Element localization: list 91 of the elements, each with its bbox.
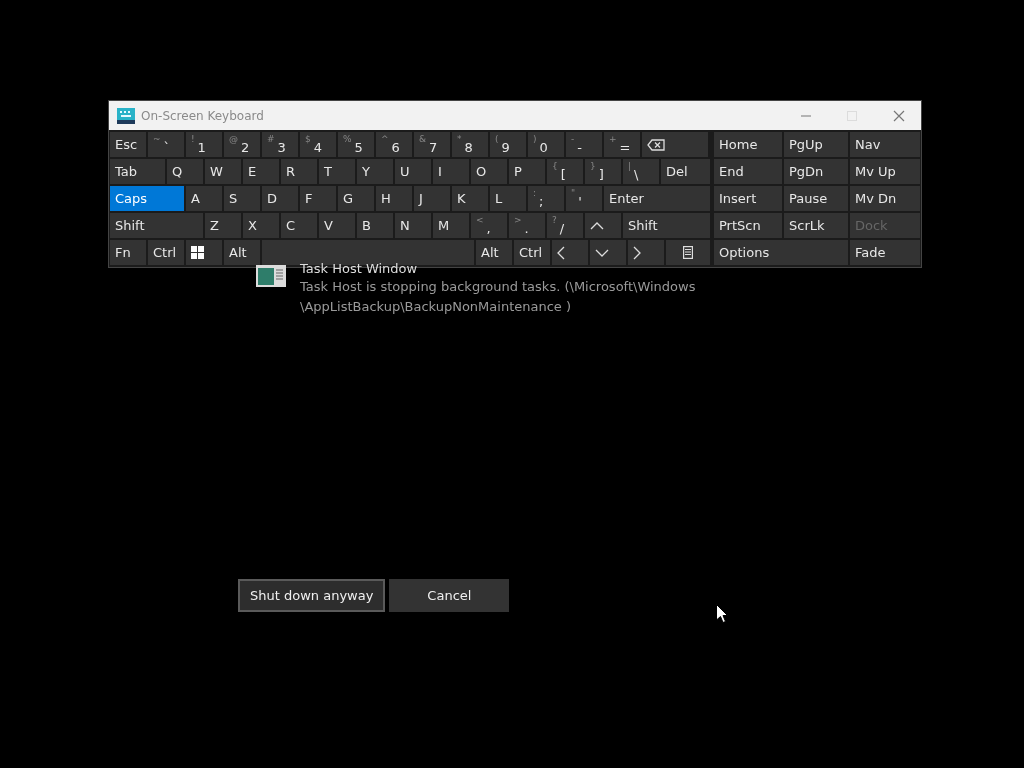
key[interactable]: X — [243, 213, 279, 238]
key[interactable]: Tab — [110, 159, 165, 184]
key[interactable]: Pause — [784, 186, 848, 211]
menu-key-icon — [683, 246, 693, 259]
key[interactable]: F — [300, 186, 336, 211]
key[interactable]: PgUp — [784, 132, 848, 157]
key[interactable]: Shift — [623, 213, 710, 238]
key[interactable]: ~ ` — [148, 132, 184, 157]
window-icon — [256, 265, 286, 287]
key[interactable]: Nav — [850, 132, 920, 157]
key[interactable]: G — [338, 186, 374, 211]
key[interactable]: Enter — [604, 186, 710, 211]
key[interactable]: Shift — [110, 213, 203, 238]
keyboard-icon — [117, 107, 135, 124]
key[interactable]: O — [471, 159, 507, 184]
key[interactable]: R — [281, 159, 317, 184]
key[interactable]: < , — [471, 213, 507, 238]
key[interactable]: } ] — [585, 159, 621, 184]
down-caret-icon — [595, 248, 609, 257]
key[interactable]: T — [319, 159, 355, 184]
key[interactable]: E — [243, 159, 279, 184]
dialog-button[interactable]: Cancel — [389, 579, 510, 612]
key[interactable]: { [ — [547, 159, 583, 184]
key[interactable]: U — [395, 159, 431, 184]
key[interactable]: Esc — [110, 132, 146, 157]
key[interactable] — [186, 240, 222, 265]
key[interactable]: : ; — [528, 186, 564, 211]
key[interactable]: ? / — [547, 213, 583, 238]
key[interactable]: | \ — [623, 159, 659, 184]
key[interactable]: Alt — [224, 240, 260, 265]
key[interactable]: Fn — [110, 240, 146, 265]
key[interactable]: C — [281, 213, 317, 238]
key[interactable]: & 7 — [414, 132, 450, 157]
key[interactable]: Insert — [714, 186, 782, 211]
dialog-button[interactable]: Shut down anyway — [238, 579, 386, 612]
key[interactable]: ) 0 — [528, 132, 564, 157]
key[interactable]: + = — [604, 132, 640, 157]
key[interactable]: W — [205, 159, 241, 184]
key[interactable]: S — [224, 186, 260, 211]
key[interactable]: Mv Dn — [850, 186, 920, 211]
key[interactable]: H — [376, 186, 412, 211]
key[interactable] — [666, 240, 710, 265]
windows-icon — [191, 246, 204, 259]
key[interactable]: D — [262, 186, 298, 211]
key[interactable]: > . — [509, 213, 545, 238]
up-caret-icon — [590, 221, 604, 230]
key[interactable]: " ' — [566, 186, 602, 211]
key[interactable]: Home — [714, 132, 782, 157]
key[interactable]: Y — [357, 159, 393, 184]
key[interactable]: P — [509, 159, 545, 184]
key[interactable]: $ 4 — [300, 132, 336, 157]
key[interactable]: * 8 — [452, 132, 488, 157]
key[interactable]: End — [714, 159, 782, 184]
key[interactable]: Options — [714, 240, 848, 265]
key[interactable]: % 5 — [338, 132, 374, 157]
key[interactable]: L — [490, 186, 526, 211]
key[interactable]: Del — [661, 159, 710, 184]
close-icon[interactable] — [893, 109, 905, 122]
key[interactable]: ( 9 — [490, 132, 526, 157]
key[interactable]: J — [414, 186, 450, 211]
key[interactable]: PgDn — [784, 159, 848, 184]
key[interactable]: V — [319, 213, 355, 238]
key[interactable]: M — [433, 213, 469, 238]
app-title: Task Host Window — [300, 262, 419, 276]
key[interactable] — [642, 132, 708, 157]
key[interactable]: ScrLk — [784, 213, 848, 238]
key[interactable]: - - — [566, 132, 602, 157]
key[interactable]: Ctrl — [514, 240, 550, 265]
key[interactable]: Fade — [850, 240, 920, 265]
key[interactable]: @ 2 — [224, 132, 260, 157]
key[interactable]: Alt — [476, 240, 512, 265]
key[interactable]: K — [452, 186, 488, 211]
right-caret-icon — [633, 245, 641, 260]
task-description: Task Host is stopping background tasks. (\Microsoft\Windows \AppListBackup\BackupNonMaintenance ) — [300, 278, 697, 316]
key[interactable]: Mv Up — [850, 159, 920, 184]
key[interactable]: Ctrl — [148, 240, 184, 265]
key[interactable]: Caps — [110, 186, 184, 211]
key[interactable]: # 3 — [262, 132, 298, 157]
backspace-icon — [647, 138, 665, 151]
key[interactable]: A — [186, 186, 222, 211]
key[interactable]: I — [433, 159, 469, 184]
key[interactable]: N — [395, 213, 431, 238]
key[interactable]: Q — [167, 159, 203, 184]
window-title: On-Screen Keyboard — [141, 108, 264, 123]
key[interactable]: PrtScn — [714, 213, 782, 238]
key[interactable]: Z — [205, 213, 241, 238]
key[interactable]: ! 1 — [186, 132, 222, 157]
left-caret-icon — [557, 245, 565, 260]
key[interactable]: ^ 6 — [376, 132, 412, 157]
mouse-cursor-icon — [716, 604, 728, 623]
key[interactable]: B — [357, 213, 393, 238]
